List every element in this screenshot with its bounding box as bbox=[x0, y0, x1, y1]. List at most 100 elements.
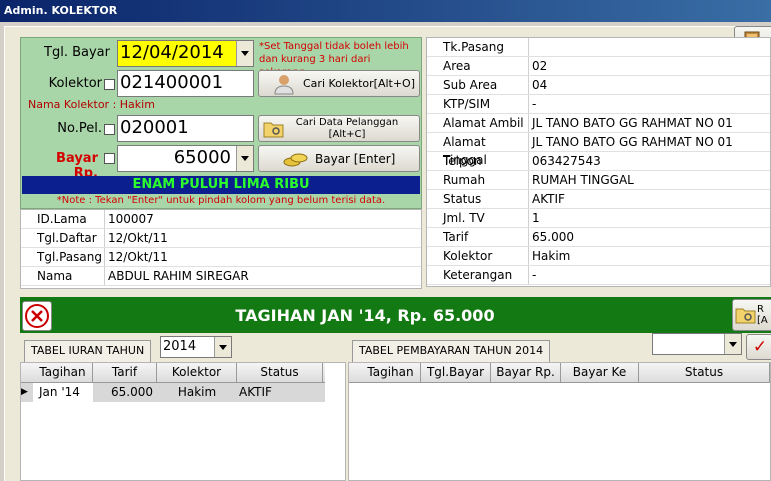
iuran-col-tarif: Tarif bbox=[93, 363, 157, 382]
iuran-year-dropdown[interactable] bbox=[214, 337, 231, 357]
chevron-down-icon bbox=[729, 342, 737, 347]
pembayaran-filter-dropdown[interactable] bbox=[724, 334, 741, 354]
info-row: Sub Area 04 bbox=[427, 76, 770, 95]
folder-search-icon bbox=[735, 308, 756, 324]
info-value: AKTIF bbox=[532, 192, 565, 206]
iuran-col-tagihan: Tagihan bbox=[33, 363, 93, 382]
info-row: Tgl.Pasang 12/Okt/11 bbox=[21, 248, 421, 267]
info-row: Kolektor Hakim bbox=[427, 247, 770, 266]
info-value: Hakim bbox=[532, 249, 571, 263]
nopel-label: No.Pel. bbox=[57, 121, 102, 136]
check-button[interactable]: ✓ bbox=[746, 334, 771, 360]
tab-pembayaran[interactable]: TABEL PEMBAYARAN TAHUN 2014 bbox=[352, 340, 551, 362]
info-key: Telpon bbox=[427, 152, 529, 170]
note-text: *Note : Tekan "Enter" untuk pindah kolom… bbox=[56, 195, 386, 206]
pembayaran-table: Tagihan Tgl.Bayar Bayar Rp. Bayar Ke Sta… bbox=[348, 362, 771, 481]
pembayaran-col-bayar-rp: Bayar Rp. bbox=[491, 363, 561, 382]
info-row: Alamat Ambil JL TANO BATO GG RAHMAT NO 01 bbox=[427, 114, 770, 133]
iuran-col-status: Status bbox=[237, 363, 323, 382]
info-key: Alamat Tinggal bbox=[427, 133, 529, 167]
info-key: Nama bbox=[21, 267, 105, 285]
info-key: Jml. TV bbox=[427, 209, 529, 227]
info-value: 12/Okt/11 bbox=[108, 231, 168, 245]
info-key: Keterangan bbox=[427, 266, 529, 284]
info-key: Tgl.Pasang bbox=[21, 248, 105, 266]
cancel-button[interactable] bbox=[22, 301, 52, 331]
bayar-button[interactable]: Bayar [Enter] bbox=[258, 145, 420, 172]
pembayaran-col-tgl-bayar: Tgl.Bayar bbox=[421, 363, 491, 382]
info-row: Nama ABDUL RAHIM SIREGAR bbox=[21, 267, 421, 286]
bayar-button-label: Bayar [Enter] bbox=[315, 151, 396, 166]
bayar-dropdown[interactable] bbox=[236, 146, 253, 171]
coins-icon bbox=[283, 153, 308, 166]
info-value: 1 bbox=[532, 211, 540, 225]
info-key: Tgl.Daftar bbox=[21, 229, 105, 247]
table-row[interactable]: ▶ Jan '14 65.000 Hakim AKTIF bbox=[21, 383, 325, 402]
info-value: - bbox=[532, 268, 537, 282]
info-key: Rumah bbox=[427, 171, 529, 189]
window-title: Admin. KOLEKTOR bbox=[0, 0, 771, 22]
iuran-cell-kolektor: Hakim bbox=[177, 385, 217, 399]
info-row: KTP/SIM - bbox=[427, 95, 770, 114]
iuran-cell-status: AKTIF bbox=[239, 385, 272, 399]
bayar-input[interactable]: 65000 bbox=[117, 145, 254, 172]
info-key: Status bbox=[427, 190, 529, 208]
pembayaran-col-bayar-ke: Bayar Ke bbox=[561, 363, 639, 382]
info-key: KTP/SIM bbox=[427, 95, 529, 113]
kolektor-input[interactable]: 021400001 bbox=[117, 70, 254, 97]
row-pointer-icon: ▶ bbox=[21, 387, 28, 397]
close-circle-icon bbox=[25, 304, 49, 328]
iuran-table-header: Tagihan Tarif Kolektor Status bbox=[21, 363, 325, 383]
info-row: Tk.Pasang bbox=[427, 38, 770, 57]
customer-info-grid: ID.Lama 100007 Tgl.Daftar 12/Okt/11 Tgl.Pasa… bbox=[20, 209, 422, 289]
info-row: Tgl.Daftar 12/Okt/11 bbox=[21, 229, 421, 248]
info-row: Keterangan - bbox=[427, 266, 770, 285]
bayar-checkbox[interactable] bbox=[104, 153, 115, 164]
tagihan-banner-text: TAGIHAN JAN '14, Rp. 65.000 bbox=[235, 306, 495, 325]
info-row: ID.Lama 100007 bbox=[21, 210, 421, 229]
detail-info-grid: Tk.Pasang Area 02 Sub Area 04 KTP/SIM - Alamat … bbox=[426, 37, 771, 287]
info-key: Tarif bbox=[427, 228, 529, 246]
chevron-down-icon bbox=[241, 156, 249, 161]
info-value: 12/Okt/11 bbox=[108, 250, 168, 264]
info-key: Kolektor bbox=[427, 247, 529, 265]
tgl-bayar-dropdown[interactable] bbox=[236, 41, 253, 66]
folder-search-icon bbox=[263, 122, 284, 137]
info-value: 04 bbox=[532, 78, 548, 92]
nopel-checkbox[interactable] bbox=[104, 124, 115, 135]
iuran-col-kolektor: Kolektor bbox=[157, 363, 237, 382]
iuran-cell-tarif: 65.000 bbox=[111, 385, 153, 399]
info-value: 063427543 bbox=[532, 154, 601, 168]
chevron-down-icon bbox=[219, 345, 227, 350]
info-row: Jml. TV 1 bbox=[427, 209, 770, 228]
info-key: Sub Area bbox=[427, 76, 529, 94]
info-value: RUMAH TINGGAL bbox=[532, 173, 634, 187]
detail-info-rows: Tk.Pasang Area 02 Sub Area 04 KTP/SIM - Alamat … bbox=[427, 38, 770, 285]
info-row: Rumah RUMAH TINGGAL bbox=[427, 171, 770, 190]
info-row: Status AKTIF bbox=[427, 190, 770, 209]
info-row: Alamat Tinggal JL TANO BATO GG RAHMAT NO … bbox=[427, 133, 770, 167]
iuran-year-value: 2014 bbox=[163, 339, 197, 354]
info-value: 65.000 bbox=[532, 230, 574, 244]
nama-kolektor: Nama Kolektor : Hakim bbox=[28, 98, 155, 111]
info-value bbox=[529, 38, 769, 56]
info-key: ID.Lama bbox=[21, 210, 105, 228]
banner-right-label: R [A bbox=[757, 304, 768, 326]
info-key: Alamat Ambil bbox=[427, 114, 529, 132]
cari-pelanggan-button[interactable]: Cari Data Pelanggan [Alt+C] bbox=[258, 115, 420, 142]
cari-kolektor-button[interactable]: Cari Kolektor[Alt+O] bbox=[258, 70, 420, 97]
info-value: - bbox=[532, 97, 537, 111]
nopel-input[interactable]: 020001 bbox=[117, 115, 254, 142]
info-row: Tarif 65.000 bbox=[427, 228, 770, 247]
chevron-down-icon bbox=[241, 51, 249, 56]
tgl-bayar-input[interactable]: 12/04/2014 bbox=[117, 40, 254, 67]
pembayaran-col-tagihan: Tagihan bbox=[361, 363, 421, 382]
iuran-table: Tagihan Tarif Kolektor Status ▶ Jan '14 … bbox=[20, 362, 346, 481]
customer-info-rows: ID.Lama 100007 Tgl.Daftar 12/Okt/11 Tgl.Pasa… bbox=[21, 210, 421, 286]
pembayaran-col-status: Status bbox=[639, 363, 770, 382]
info-row: Telpon 063427543 bbox=[427, 152, 770, 171]
cari-pelanggan-label: Cari Data Pelanggan [Alt+C] bbox=[295, 116, 399, 140]
kolektor-checkbox[interactable] bbox=[104, 79, 115, 90]
tab-iuran[interactable]: TABEL IURAN TAHUN bbox=[24, 340, 152, 362]
banner-right-button[interactable]: R [A bbox=[732, 299, 771, 331]
